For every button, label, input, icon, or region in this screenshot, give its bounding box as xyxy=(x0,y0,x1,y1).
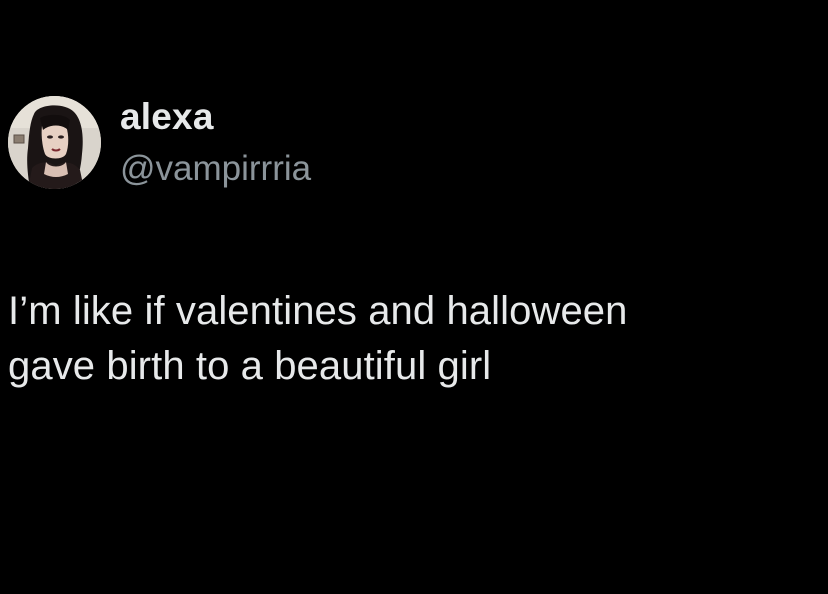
display-name[interactable]: alexa xyxy=(120,93,311,141)
profile-photo-icon xyxy=(8,95,101,189)
avatar[interactable] xyxy=(8,95,101,189)
author-names: alexa @vampirrria xyxy=(120,93,311,191)
tweet-text: I’m like if valentines and halloween gav… xyxy=(8,289,628,388)
tweet-header: alexa @vampirrria xyxy=(8,93,311,191)
handle[interactable]: @vampirrria xyxy=(120,147,311,191)
tweet-card: alexa @vampirrria I’m like if valentines… xyxy=(0,0,828,594)
